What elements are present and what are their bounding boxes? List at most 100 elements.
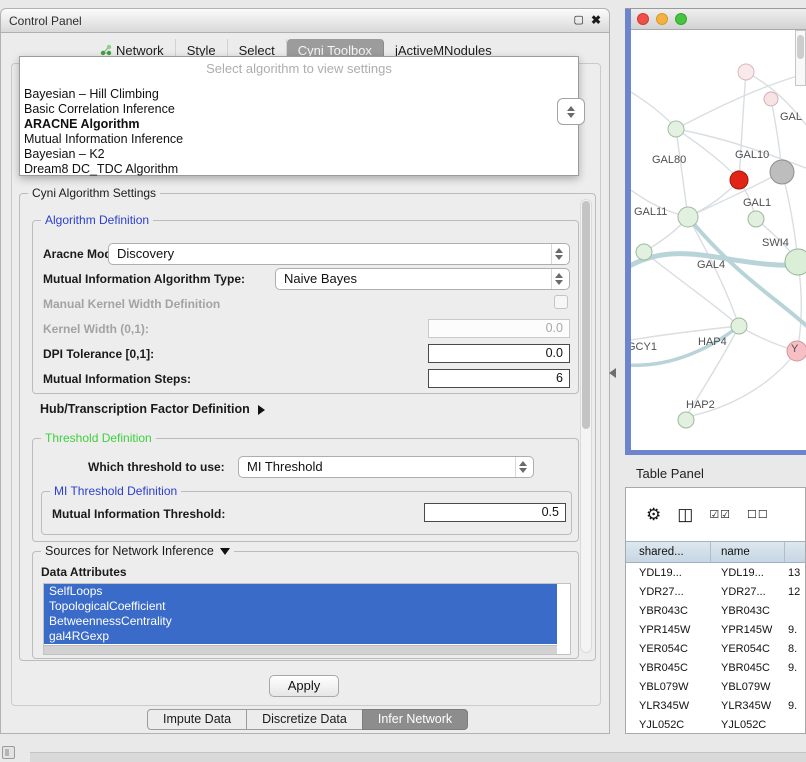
gear-icon[interactable]: ⚙: [646, 506, 661, 523]
stepper-icon: [515, 457, 530, 477]
cyni-settings-title: Cyni Algorithm Settings: [28, 186, 160, 200]
node-label: GAL1: [743, 197, 771, 209]
kernel-width-field: 0.0: [428, 319, 570, 338]
hub-definition-expander[interactable]: Hub/Transcription Factor Definition: [40, 402, 265, 416]
node-label: GAL: [780, 111, 802, 123]
dpi-tolerance-label: DPI Tolerance [0,1]:: [43, 347, 154, 361]
control-panel-titlebar[interactable]: Control Panel ▢ ✖: [1, 9, 609, 33]
close-icon[interactable]: ✖: [591, 13, 601, 27]
table-row[interactable]: YLR345WYLR345W9.: [626, 696, 805, 715]
node-label: GAL10: [735, 149, 769, 161]
mi-threshold-field[interactable]: 0.5: [424, 503, 566, 522]
column-header-partial[interactable]: [785, 542, 805, 562]
panel-splitter-collapse-icon[interactable]: [609, 368, 616, 378]
node-hap2[interactable]: [678, 412, 694, 428]
algorithm-option[interactable]: Bayesian – Hill Climbing: [20, 87, 578, 102]
dpi-tolerance-field[interactable]: 0.0: [428, 344, 570, 363]
network-vertical-scrollbar[interactable]: [795, 30, 806, 86]
algorithm-option[interactable]: Basic Correlation Inference: [20, 102, 578, 117]
data-attributes-label: Data Attributes: [41, 565, 127, 579]
table-panel-title: Table Panel: [636, 466, 704, 481]
sources-collapser[interactable]: Sources for Network Inference: [41, 544, 234, 558]
table-row[interactable]: YJL052CYJL052C: [626, 715, 805, 734]
mi-type-combobox[interactable]: Naive Bayes: [275, 268, 570, 290]
mi-threshold-group-title: MI Threshold Definition: [50, 484, 181, 498]
columns-icon[interactable]: ◫: [677, 506, 693, 523]
node-gal11[interactable]: [678, 207, 698, 227]
table-row[interactable]: YBR043CYBR043C: [626, 601, 805, 620]
table-row[interactable]: YBR045CYBR045C9.: [626, 658, 805, 677]
threshold-definition-group: Threshold Definition Which threshold to …: [32, 438, 579, 542]
algorithm-option[interactable]: Mutual Information Inference: [20, 132, 578, 147]
node-left-green[interactable]: [636, 244, 652, 260]
node-gal-partial[interactable]: [764, 92, 778, 106]
settings-scrollbar[interactable]: [580, 199, 592, 653]
apply-button[interactable]: Apply: [269, 675, 339, 697]
algorithm-combobox-fragment[interactable]: [557, 98, 585, 125]
tab-infer-network[interactable]: Infer Network: [362, 709, 468, 730]
node-gray[interactable]: [770, 160, 794, 184]
which-threshold-label: Which threshold to use:: [88, 460, 225, 474]
node-label: GCY1: [631, 341, 657, 353]
node-hap4[interactable]: [731, 318, 747, 334]
expand-arrow-icon: [258, 405, 265, 415]
list-horizontal-scrollbar[interactable]: [44, 645, 557, 654]
node-label: GAL11: [634, 206, 667, 218]
stepper-up-icon: [567, 106, 575, 111]
node-pink-top[interactable]: [738, 64, 754, 80]
node-gal80[interactable]: [668, 121, 684, 137]
network-icon: [100, 44, 112, 56]
attribute-item[interactable]: BetweennessCentrality: [44, 614, 557, 629]
table-row[interactable]: YER054CYER054C8.: [626, 639, 805, 658]
sources-title: Sources for Network Inference: [45, 544, 214, 558]
float-window-icon[interactable]: ▢: [574, 13, 584, 27]
table-row[interactable]: YDL19...YDL19...13: [626, 563, 805, 582]
attribute-item[interactable]: SelfLoops: [44, 584, 557, 599]
network-view-window: GAL80 GAL10 GAL11 GAL1 SWI4 GAL4 GCY1 HA…: [625, 8, 806, 455]
scrollbar-thumb[interactable]: [582, 201, 590, 429]
column-header-name[interactable]: name: [711, 542, 785, 562]
close-traffic-light[interactable]: [637, 13, 649, 25]
node-gal1[interactable]: [748, 211, 764, 227]
algorithm-placeholder: Select algorithm to view settings: [20, 60, 578, 80]
algorithm-dropdown-popup: Select algorithm to view settings Bayesi…: [19, 56, 579, 176]
node-label: HAP4: [698, 336, 727, 348]
tab-discretize-data[interactable]: Discretize Data: [246, 709, 363, 730]
zoom-traffic-light[interactable]: [675, 13, 687, 25]
mi-steps-label: Mutual Information Steps:: [43, 372, 191, 386]
algorithm-option-selected[interactable]: ARACNE Algorithm: [20, 117, 578, 132]
aracne-mode-value: Discovery: [117, 246, 174, 261]
mi-steps-field[interactable]: 6: [428, 369, 570, 388]
algorithm-option[interactable]: Bayesian – K2: [20, 147, 578, 162]
bottom-scrollbar-strip[interactable]: [30, 752, 806, 762]
attribute-item[interactable]: gal4RGexp: [44, 629, 557, 644]
network-window-titlebar[interactable]: [631, 9, 806, 30]
which-threshold-combobox[interactable]: MI Threshold: [238, 456, 534, 478]
minimize-traffic-light[interactable]: [656, 13, 668, 25]
column-header-shared-name[interactable]: shared...: [626, 542, 711, 562]
network-canvas[interactable]: GAL80 GAL10 GAL11 GAL1 SWI4 GAL4 GCY1 HA…: [631, 30, 806, 450]
select-all-checks-icon[interactable]: ☑☑: [709, 508, 731, 521]
algorithm-option[interactable]: Dream8 DC_TDC Algorithm: [20, 162, 578, 177]
stepper-icon: [551, 269, 566, 289]
stepper-down-icon: [567, 113, 575, 118]
tab-impute-data[interactable]: Impute Data: [147, 709, 247, 730]
table-row[interactable]: YBL079WYBL079W: [626, 677, 805, 696]
table-row[interactable]: YPR145WYPR145W9.: [626, 620, 805, 639]
node-label: GAL4: [697, 259, 725, 271]
algorithm-definition-group: Algorithm Definition Aracne Mode: Discov…: [32, 220, 579, 394]
window-title: Control Panel: [9, 14, 82, 28]
mi-threshold-group: MI Threshold Definition Mutual Informati…: [41, 491, 572, 535]
minimized-panel-icon[interactable]: [2, 746, 15, 759]
deselect-all-checks-icon[interactable]: ☐☐: [747, 508, 769, 521]
scrollbar-thumb[interactable]: [797, 35, 804, 59]
bottom-tabs: Impute Data Discretize Data Infer Networ…: [147, 709, 468, 730]
attribute-item[interactable]: TopologicalCoefficient: [44, 599, 557, 614]
node-swi4-large[interactable]: [785, 249, 806, 275]
table-panel: ⚙ ◫ ☑☑ ☐☐ shared... name YDL19...YDL19..…: [625, 487, 806, 734]
aracne-mode-combobox[interactable]: Discovery: [108, 243, 570, 265]
node-gal10-selected[interactable]: [730, 171, 748, 189]
hub-definition-label: Hub/Transcription Factor Definition: [40, 402, 250, 416]
table-row[interactable]: YDR27...YDR27...12: [626, 582, 805, 601]
cyni-algorithm-settings-group: Cyni Algorithm Settings Algorithm Defini…: [19, 193, 596, 661]
